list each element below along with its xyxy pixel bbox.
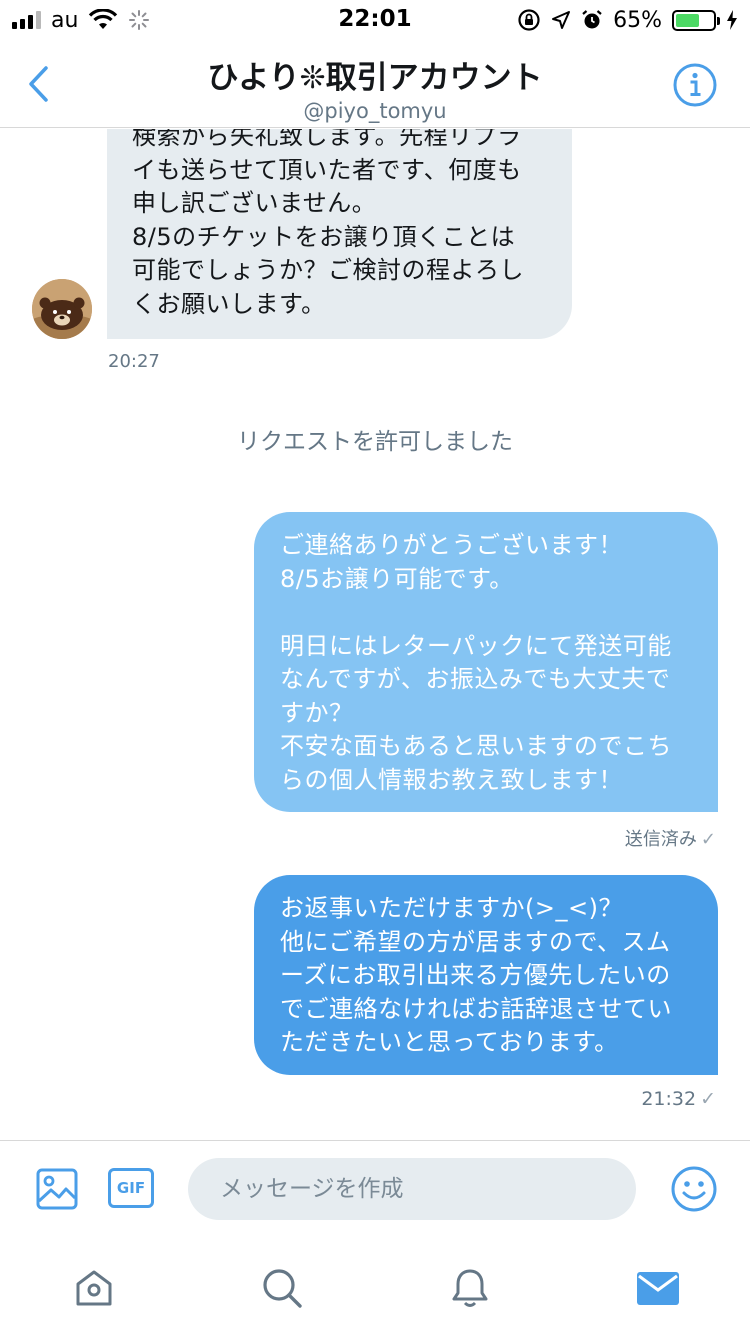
status-right: 65% bbox=[517, 7, 738, 33]
message-status-text: 送信済み bbox=[624, 829, 697, 850]
battery-icon bbox=[672, 9, 720, 31]
info-button[interactable] bbox=[672, 62, 718, 108]
info-icon bbox=[673, 63, 717, 107]
gif-button[interactable]: GIF bbox=[108, 1168, 154, 1208]
check-icon: ✓ bbox=[700, 829, 716, 850]
system-message: リクエストを許可しました bbox=[237, 429, 513, 455]
status-bar: au 22:01 65% bbox=[0, 0, 750, 40]
avatar[interactable] bbox=[32, 279, 92, 339]
message-input[interactable] bbox=[188, 1158, 636, 1220]
alarm-icon bbox=[582, 10, 602, 29]
outgoing-timestamp-text: 21:32 bbox=[641, 1088, 697, 1110]
tab-notifications[interactable] bbox=[446, 1264, 494, 1312]
add-photo-button[interactable] bbox=[35, 1167, 79, 1211]
charging-icon bbox=[727, 10, 737, 30]
emoji-button[interactable] bbox=[670, 1165, 718, 1213]
message-composer: GIF bbox=[0, 1140, 750, 1240]
chevron-left-icon bbox=[29, 66, 48, 102]
message-list[interactable]: 検索から失礼致します。先程リプラ イも送らせて頂いた者です、何度も 申し訳ござい… bbox=[0, 129, 750, 1139]
conversation-title-block[interactable]: ひより❊取引アカウント @piyo_tomyu bbox=[120, 52, 630, 123]
bear-avatar-icon bbox=[32, 279, 92, 339]
location-icon bbox=[552, 11, 571, 29]
home-icon bbox=[76, 1270, 112, 1306]
battery-fill bbox=[676, 13, 700, 27]
conversation-title: ひより❊取引アカウント bbox=[207, 60, 543, 96]
orientation-lock-icon bbox=[518, 9, 540, 31]
incoming-timestamp: 20:27 bbox=[108, 351, 160, 372]
outgoing-timestamp: 21:32 ✓ bbox=[641, 1088, 716, 1110]
tab-messages[interactable] bbox=[634, 1264, 682, 1312]
conversation-handle: @piyo_tomyu bbox=[303, 99, 447, 123]
message-status: 送信済み ✓ bbox=[625, 825, 716, 851]
smiley-icon bbox=[671, 1166, 717, 1212]
battery-percent: 65% bbox=[613, 7, 662, 33]
image-icon bbox=[36, 1168, 78, 1210]
tab-search[interactable] bbox=[258, 1264, 306, 1312]
messages-icon bbox=[637, 1272, 679, 1305]
search-icon bbox=[263, 1269, 302, 1308]
incoming-message-text: 検索から失礼致します。先程リプラ イも送らせて頂いた者です、何度も 申し訳ござい… bbox=[132, 129, 524, 318]
tab-home[interactable] bbox=[70, 1264, 118, 1312]
incoming-message-bubble[interactable]: 検索から失礼致します。先程リプラ イも送らせて頂いた者です、何度も 申し訳ござい… bbox=[107, 129, 572, 339]
outgoing-message-bubble[interactable]: ご連絡ありがとうございます！ 8/5お譲り可能です。 明日にはレターパックにて発… bbox=[254, 512, 718, 812]
outgoing-message-bubble[interactable]: お返事いただけますか(>_<)？ 他にご希望の方が居ますので、スム ーズにお取引… bbox=[254, 875, 718, 1075]
back-button[interactable] bbox=[18, 62, 58, 106]
notifications-icon bbox=[452, 1269, 488, 1307]
check-icon: ✓ bbox=[700, 1088, 716, 1110]
conversation-header: ひより❊取引アカウント @piyo_tomyu bbox=[0, 40, 750, 128]
tab-bar bbox=[0, 1240, 750, 1334]
